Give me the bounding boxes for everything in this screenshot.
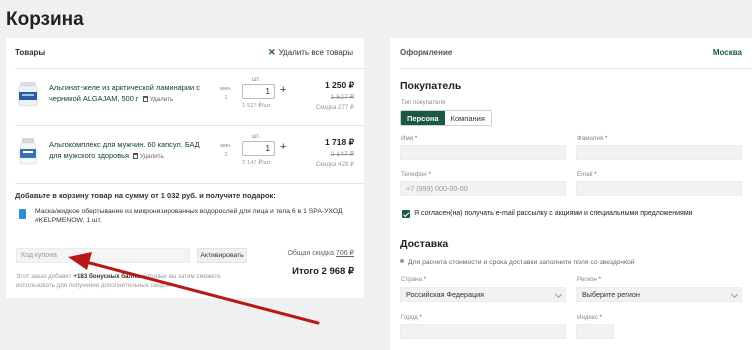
item-price: 1 250 ₽ bbox=[324, 80, 354, 90]
city-label: Город * bbox=[401, 314, 422, 321]
checkout-header: Оформление bbox=[400, 48, 453, 57]
item-discount: Скидка 429 ₽ bbox=[315, 161, 354, 168]
delete-label: Удалить bbox=[140, 153, 164, 160]
increase-qty-button[interactable]: + bbox=[280, 84, 286, 96]
divider bbox=[15, 125, 364, 126]
unit-price: 2 147 ₽/шт. bbox=[242, 160, 272, 166]
delete-item-button[interactable]: Удалить bbox=[133, 153, 164, 160]
page-title: Корзина bbox=[6, 9, 84, 30]
trash-icon bbox=[133, 153, 139, 159]
item-old-price: 1 527 ₽ bbox=[330, 94, 354, 101]
zip-field[interactable] bbox=[576, 324, 614, 339]
product-bottle-image bbox=[19, 138, 37, 165]
country-select[interactable]: Российская Федерация bbox=[400, 287, 566, 302]
delete-item-button[interactable]: Удалить bbox=[142, 96, 174, 103]
zip-label: Индекс * bbox=[577, 314, 602, 321]
subscribe-label: Я согласен(на) получать e-mail рассылку … bbox=[414, 210, 693, 217]
bonus-info: Этот заказ добавит +183 бонусных балла, … bbox=[16, 273, 221, 289]
remove-all-label: Удалить все товары bbox=[278, 48, 353, 57]
product-jar-image bbox=[18, 82, 38, 107]
chevron-down-icon bbox=[554, 290, 563, 299]
phone-label: Телефон * bbox=[401, 171, 431, 178]
email-field[interactable] bbox=[576, 181, 742, 196]
first-name-field[interactable] bbox=[400, 145, 566, 160]
total-discount: Общая скидка 706 ₽ bbox=[287, 250, 354, 257]
buyer-type-label: Тип покупателя bbox=[401, 99, 446, 106]
last-name-field[interactable] bbox=[576, 145, 742, 160]
item-discount: Скидка 277 ₽ bbox=[315, 104, 354, 111]
quantity-input[interactable]: 1 bbox=[242, 141, 275, 156]
gift-offer-title: Добавьте в корзину товар на сумму от 1 0… bbox=[15, 191, 276, 200]
product-name-link[interactable]: Альгинат-желе из арктической ламинарии с… bbox=[49, 82, 209, 105]
region-select[interactable]: Выберите регион bbox=[576, 287, 742, 302]
close-icon: ✕ bbox=[268, 47, 276, 57]
product-name: Альгинат-желе из арктической ламинарии с… bbox=[49, 83, 200, 103]
order-total: Итого 2 968 ₽ bbox=[292, 266, 354, 277]
cart-item: Альгокомплекс для мужчин. 60 капсул. БАД… bbox=[6, 131, 364, 183]
cart-panel: Товары ✕ Удалить все товары Альгинат-жел… bbox=[6, 38, 364, 298]
trash-icon bbox=[142, 96, 148, 102]
buyer-type-person-button[interactable]: Персона bbox=[401, 111, 445, 125]
increase-qty-button[interactable]: + bbox=[280, 141, 286, 153]
min-qty-label: мин. 1 bbox=[220, 86, 232, 101]
delete-label: Удалить bbox=[149, 96, 174, 103]
delivery-hint: Для расчета стоимости и срока доставки з… bbox=[400, 259, 635, 266]
country-label: Страна * bbox=[401, 276, 427, 283]
region-label: Регион * bbox=[577, 276, 602, 283]
cart-header: Товары bbox=[15, 48, 46, 57]
info-dot-icon bbox=[400, 259, 404, 263]
checkout-panel: Оформление Москва Покупатель Тип покупат… bbox=[390, 38, 752, 350]
remove-all-button[interactable]: ✕ Удалить все товары bbox=[268, 47, 353, 58]
city-field[interactable] bbox=[400, 324, 566, 339]
subscribe-checkbox[interactable] bbox=[402, 210, 410, 218]
last-name-label: Фамилия * bbox=[577, 135, 608, 142]
divider bbox=[15, 68, 364, 69]
min-qty-label: мин. 1 bbox=[220, 143, 232, 158]
unit-price: 1 527 ₽/шт. bbox=[242, 103, 272, 109]
delivery-section-title: Доставка bbox=[400, 238, 449, 250]
qty-unit-label: шт. bbox=[251, 77, 261, 83]
activate-coupon-button[interactable]: Активировать bbox=[197, 248, 247, 263]
qty-unit-label: шт. bbox=[251, 134, 261, 140]
first-name-label: Имя * bbox=[401, 135, 418, 142]
phone-field[interactable]: +7 (999) 000-00-00 bbox=[400, 181, 566, 196]
city-selector-link[interactable]: Москва bbox=[713, 48, 742, 57]
buyer-section-title: Покупатель bbox=[400, 80, 462, 92]
buyer-type-toggle: Персона Компания bbox=[400, 110, 492, 126]
gift-product-icon bbox=[19, 209, 26, 219]
cart-item: Альгинат-желе из арктической ламинарии с… bbox=[6, 74, 364, 126]
chevron-down-icon bbox=[730, 290, 739, 299]
email-label: Email * bbox=[577, 171, 597, 178]
divider bbox=[400, 68, 752, 69]
gift-offer-text: Маска/жидкое обертывание из микронизиров… bbox=[35, 208, 343, 224]
quantity-input[interactable]: 1 bbox=[242, 84, 275, 99]
product-name: Альгокомплекс для мужчин. 60 капсул. БАД… bbox=[49, 140, 200, 160]
divider bbox=[15, 183, 364, 184]
buyer-type-company-button[interactable]: Компания bbox=[444, 111, 491, 125]
item-price: 1 718 ₽ bbox=[324, 137, 354, 147]
product-name-link[interactable]: Альгокомплекс для мужчин. 60 капсул. БАД… bbox=[49, 139, 209, 162]
coupon-input[interactable]: Код купона bbox=[16, 248, 190, 263]
item-old-price: 2 147 ₽ bbox=[330, 151, 354, 158]
